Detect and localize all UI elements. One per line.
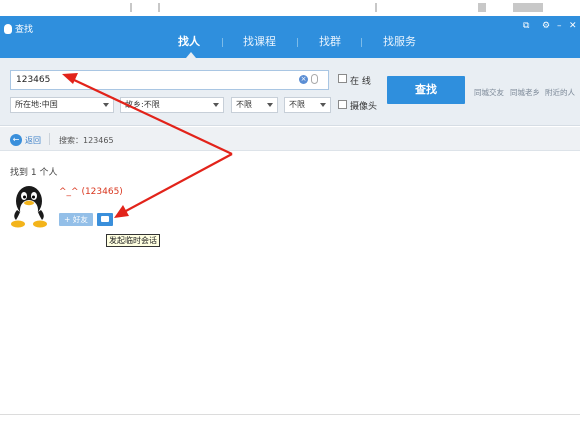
gender-select[interactable]: 不限 xyxy=(231,97,278,113)
breadcrumb: ← 返回 搜索：123465 xyxy=(0,127,580,151)
tab-divider xyxy=(222,38,223,47)
chevron-down-icon xyxy=(267,103,273,107)
result-count: 找到 1 个人 xyxy=(10,168,58,178)
chevron-down-icon xyxy=(103,103,109,107)
qq-logo-icon xyxy=(4,23,12,34)
breadcrumb-divider xyxy=(49,133,50,145)
back-arrow-icon[interactable]: ← xyxy=(10,134,22,146)
location-select-value: 所在地:中国 xyxy=(15,100,58,109)
result-user-name[interactable]: ^_^ (123465) xyxy=(59,187,123,197)
header-bar: 查找 ⧉ ⚙ – ✕ 找人 找课程 找群 找服务 xyxy=(0,16,580,58)
top-strip xyxy=(0,0,580,16)
tab-find-groups[interactable]: 找群 xyxy=(319,34,341,50)
annotation-arrow xyxy=(123,153,233,213)
chevron-down-icon xyxy=(213,103,219,107)
camera-label: 摄像头 xyxy=(350,102,378,112)
minimize-icon[interactable]: – xyxy=(557,21,562,31)
strip-mark xyxy=(513,3,543,12)
search-panel: 123465 × 在 线 所在地:中国 故乡:不限 不限 不限 摄像头 查找 同… xyxy=(0,58,580,126)
clear-icon[interactable]: × xyxy=(299,75,308,84)
camera-checkbox[interactable] xyxy=(338,100,347,109)
hometown-select-value: 故乡:不限 xyxy=(125,100,160,109)
bottom-divider xyxy=(0,414,580,415)
chat-tooltip: 发起临时会话 xyxy=(106,234,160,247)
close-icon[interactable]: ✕ xyxy=(569,21,577,31)
tab-bar: 找人 找课程 找群 找服务 xyxy=(0,34,580,56)
chat-bubble-icon xyxy=(101,216,109,222)
add-friend-button[interactable]: + 好友 xyxy=(59,213,93,226)
back-link[interactable]: 返回 xyxy=(25,135,41,146)
strip-mark xyxy=(375,3,377,12)
location-select[interactable]: 所在地:中国 xyxy=(10,97,114,113)
tab-find-services[interactable]: 找服务 xyxy=(383,34,416,50)
quick-link-hometown[interactable]: 同城老乡 xyxy=(510,87,540,98)
location-pin-icon[interactable] xyxy=(311,74,318,84)
arrowhead-icon xyxy=(114,205,129,218)
tab-divider xyxy=(297,38,298,47)
strip-mark xyxy=(158,3,160,12)
search-summary: 搜索：123465 xyxy=(59,136,114,145)
age-select[interactable]: 不限 xyxy=(284,97,331,113)
search-input[interactable]: 123465 xyxy=(10,70,329,90)
search-button[interactable]: 查找 xyxy=(387,76,465,104)
online-label: 在 线 xyxy=(350,77,371,87)
tab-divider xyxy=(361,38,362,47)
settings-icon[interactable]: ⚙ xyxy=(542,21,550,31)
temp-chat-button[interactable] xyxy=(97,213,113,226)
skin-icon[interactable]: ⧉ xyxy=(523,21,529,31)
tab-find-people[interactable]: 找人 xyxy=(178,34,200,50)
gender-select-value: 不限 xyxy=(236,100,252,109)
chevron-down-icon xyxy=(320,103,326,107)
hometown-select[interactable]: 故乡:不限 xyxy=(120,97,224,113)
penguin-avatar-icon[interactable] xyxy=(11,184,47,228)
online-checkbox[interactable] xyxy=(338,74,347,83)
strip-mark xyxy=(130,3,132,12)
tab-find-courses[interactable]: 找课程 xyxy=(243,34,276,50)
quick-link-same-city[interactable]: 同城交友 xyxy=(474,87,504,98)
quick-link-nearby[interactable]: 附近的人 xyxy=(545,87,575,98)
age-select-value: 不限 xyxy=(289,100,305,109)
strip-mark xyxy=(478,3,486,12)
